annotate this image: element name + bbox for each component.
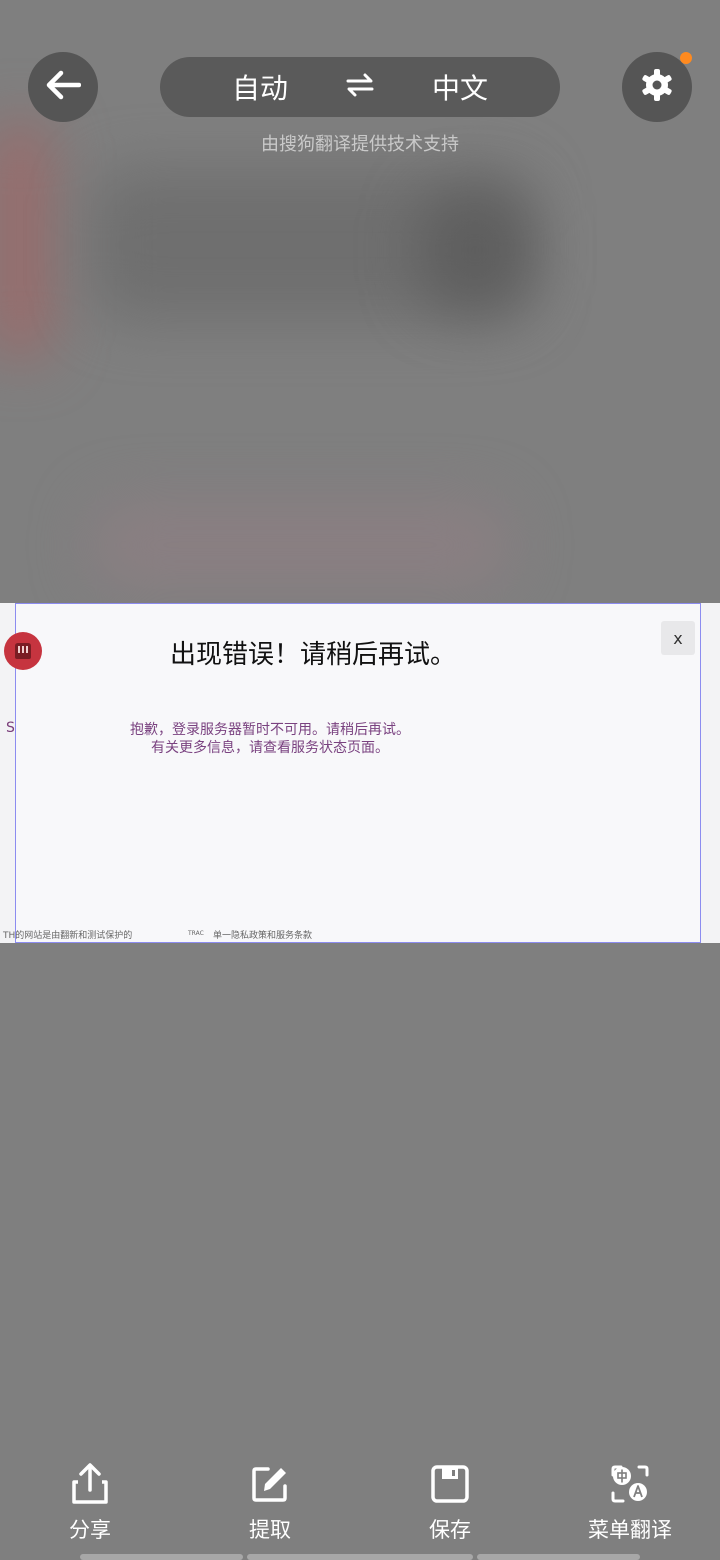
background-blur bbox=[420, 190, 530, 310]
error-title: 出现错误！请稍后再试。 bbox=[170, 640, 457, 670]
save-icon bbox=[428, 1462, 472, 1506]
background-blur bbox=[0, 120, 50, 360]
target-language[interactable]: 中文 bbox=[432, 67, 488, 107]
edit-icon bbox=[248, 1462, 292, 1506]
share-button[interactable]: 分享 bbox=[30, 1462, 150, 1544]
error-message-line-2: 有关更多信息，请查看服务状态页面。 bbox=[151, 740, 389, 756]
home-indicator bbox=[247, 1554, 473, 1560]
home-indicator bbox=[477, 1554, 640, 1560]
extract-button[interactable]: 提取 bbox=[210, 1462, 330, 1544]
gear-icon bbox=[639, 67, 675, 107]
swap-languages-icon[interactable] bbox=[345, 71, 375, 104]
save-label: 保存 bbox=[429, 1518, 471, 1542]
menu-translate-icon bbox=[608, 1462, 652, 1506]
share-label: 分享 bbox=[69, 1518, 111, 1542]
source-language[interactable]: 自动 bbox=[232, 67, 288, 107]
menu-translate-label: 菜单翻译 bbox=[588, 1518, 672, 1542]
footer-trac-text: TRAC bbox=[188, 930, 204, 937]
back-button[interactable] bbox=[28, 52, 98, 122]
powered-by-text: 由搜狗翻译提供技术支持 bbox=[261, 134, 459, 155]
share-icon bbox=[68, 1462, 112, 1506]
back-arrow-icon bbox=[45, 69, 82, 105]
error-message-line-1: 抱歉，登录服务器暂时不可用。请稍后再试。 bbox=[130, 722, 410, 738]
background-blur bbox=[90, 500, 510, 590]
brand-logo bbox=[4, 632, 42, 670]
dialog-close-button[interactable]: x bbox=[661, 621, 695, 655]
footer-protection-text: TH的网站是由翻新和测试保护的 bbox=[3, 931, 133, 941]
extract-label: 提取 bbox=[249, 1518, 291, 1542]
menu-translate-button[interactable]: 菜单翻译 bbox=[570, 1462, 690, 1544]
save-button[interactable]: 保存 bbox=[390, 1462, 510, 1544]
notification-dot bbox=[680, 52, 692, 64]
stray-text: S bbox=[6, 720, 15, 736]
home-indicator bbox=[80, 1554, 243, 1560]
language-switcher: 自动 中文 bbox=[160, 57, 560, 117]
footer-privacy-link[interactable]: 单一隐私政策和服务条款 bbox=[213, 928, 312, 941]
